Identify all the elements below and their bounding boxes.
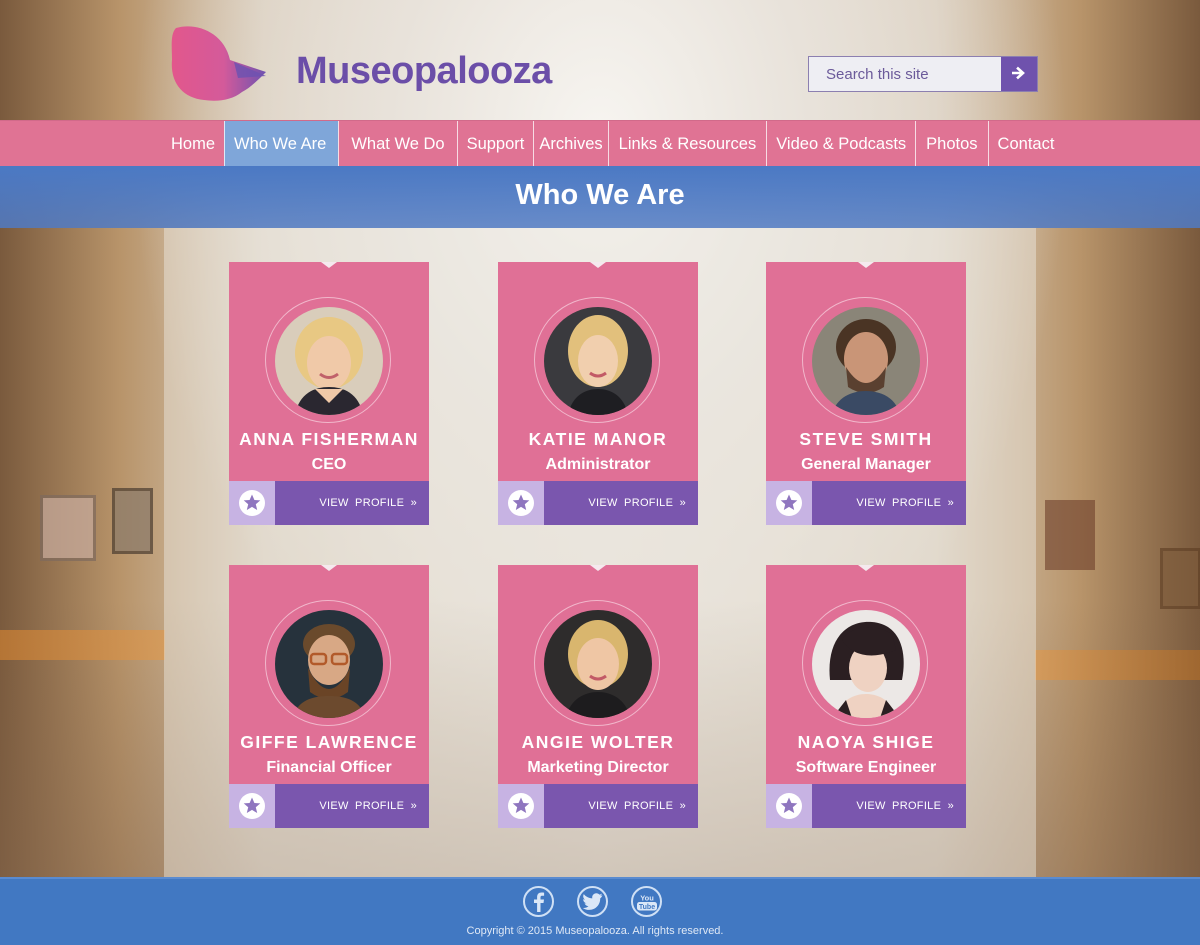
background-artwork: [1045, 500, 1095, 570]
card-role: CEO: [311, 456, 347, 473]
card-name: GIFFE LAWRENCE: [240, 732, 418, 752]
avatar: [544, 307, 652, 415]
nav-item-home[interactable]: Home: [162, 121, 224, 167]
logo-icon[interactable]: [168, 24, 268, 104]
star-icon: [239, 793, 265, 819]
search-box: [808, 56, 1038, 92]
card-name: ANNA FISHERMAN: [239, 429, 419, 449]
arrow-right-icon: [1011, 66, 1026, 83]
star-icon: [776, 793, 802, 819]
twitter-icon[interactable]: [577, 886, 608, 917]
star-icon: [508, 490, 534, 516]
background-artwork: [112, 488, 153, 554]
card-notch: [321, 262, 337, 268]
nav-item-archives[interactable]: Archives: [533, 121, 607, 167]
avatar: [812, 610, 920, 718]
view-profile-link[interactable]: VIEW PROFILE »: [812, 784, 966, 828]
site-header: Museopalooza: [0, 0, 1200, 120]
star-icon: [776, 490, 802, 516]
card-notch: [858, 262, 874, 268]
card-name: KATIE MANOR: [528, 429, 668, 449]
card-notch: [321, 565, 337, 571]
card-role: Administrator: [545, 456, 651, 473]
nav-item-photos[interactable]: Photos: [915, 121, 987, 167]
profile-card: NAOYA SHIGE Software Engineer VIEW PROFI…: [766, 565, 966, 828]
card-role: General Manager: [801, 456, 931, 473]
search-submit-button[interactable]: [1001, 57, 1037, 91]
card-footer: VIEW PROFILE »: [229, 481, 429, 525]
background-artwork: [1160, 548, 1200, 609]
copyright-text: Copyright © 2015 Museopalooza. All right…: [466, 925, 724, 937]
nav-item-video-podcasts[interactable]: Video & Podcasts: [766, 121, 915, 167]
view-profile-link[interactable]: VIEW PROFILE »: [275, 784, 429, 828]
site-name[interactable]: Museopalooza: [296, 50, 552, 93]
view-profile-link[interactable]: VIEW PROFILE »: [544, 784, 698, 828]
nav-item-links-resources[interactable]: Links & Resources: [607, 121, 767, 167]
profile-card: KATIE MANOR Administrator VIEW PROFILE »: [498, 262, 698, 525]
background-artwork: [40, 495, 96, 561]
favorite-button[interactable]: [229, 481, 275, 525]
background-ledge-right: [1035, 650, 1200, 680]
card-footer: VIEW PROFILE »: [766, 481, 966, 525]
nav-item-what-we-do[interactable]: What We Do: [338, 121, 456, 167]
site-footer: You Tube Copyright © 2015 Museopalooza. …: [0, 877, 1200, 945]
card-footer: VIEW PROFILE »: [498, 481, 698, 525]
youtube-icon[interactable]: You Tube: [631, 886, 662, 917]
card-notch: [590, 262, 606, 268]
avatar: [275, 307, 383, 415]
profile-card: ANNA FISHERMAN CEO VIEW PROFILE »: [229, 262, 429, 525]
card-role: Financial Officer: [266, 759, 392, 776]
card-footer: VIEW PROFILE »: [229, 784, 429, 828]
page-banner: Who We Are: [0, 166, 1200, 228]
facebook-icon[interactable]: [523, 886, 554, 917]
svg-text:You: You: [640, 893, 654, 902]
favorite-button[interactable]: [766, 481, 812, 525]
background-ledge-left: [0, 630, 165, 660]
card-name: NAOYA SHIGE: [797, 732, 935, 752]
view-profile-link[interactable]: VIEW PROFILE »: [544, 481, 698, 525]
favorite-button[interactable]: [498, 784, 544, 828]
favorite-button[interactable]: [229, 784, 275, 828]
star-icon: [508, 793, 534, 819]
favorite-button[interactable]: [498, 481, 544, 525]
view-profile-link[interactable]: VIEW PROFILE »: [275, 481, 429, 525]
nav-item-who-we-are[interactable]: Who We Are: [224, 121, 339, 167]
avatar: [275, 610, 383, 718]
card-footer: VIEW PROFILE »: [498, 784, 698, 828]
nav-item-contact[interactable]: Contact: [987, 121, 1064, 167]
card-role: Marketing Director: [527, 759, 669, 776]
profile-card: ANGIE WOLTER Marketing Director VIEW PRO…: [498, 565, 698, 828]
avatar: [544, 610, 652, 718]
svg-text:Tube: Tube: [638, 903, 654, 910]
card-footer: VIEW PROFILE »: [766, 784, 966, 828]
card-name: STEVE SMITH: [799, 429, 933, 449]
avatar: [812, 307, 920, 415]
card-role: Software Engineer: [795, 759, 937, 776]
profile-card: STEVE SMITH General Manager VIEW PROFILE…: [766, 262, 966, 525]
search-input[interactable]: [809, 57, 1001, 91]
social-links: You Tube: [523, 886, 662, 917]
view-profile-link[interactable]: VIEW PROFILE »: [812, 481, 966, 525]
card-notch: [858, 565, 874, 571]
favorite-button[interactable]: [766, 784, 812, 828]
page-title: Who We Are: [515, 179, 685, 211]
main-nav: Home Who We Are What We Do Support Archi…: [0, 120, 1200, 167]
star-icon: [239, 490, 265, 516]
card-name: ANGIE WOLTER: [521, 732, 675, 752]
profile-card: GIFFE LAWRENCE Financial Officer VIEW PR…: [229, 565, 429, 828]
card-notch: [590, 565, 606, 571]
nav-item-support[interactable]: Support: [456, 121, 534, 167]
